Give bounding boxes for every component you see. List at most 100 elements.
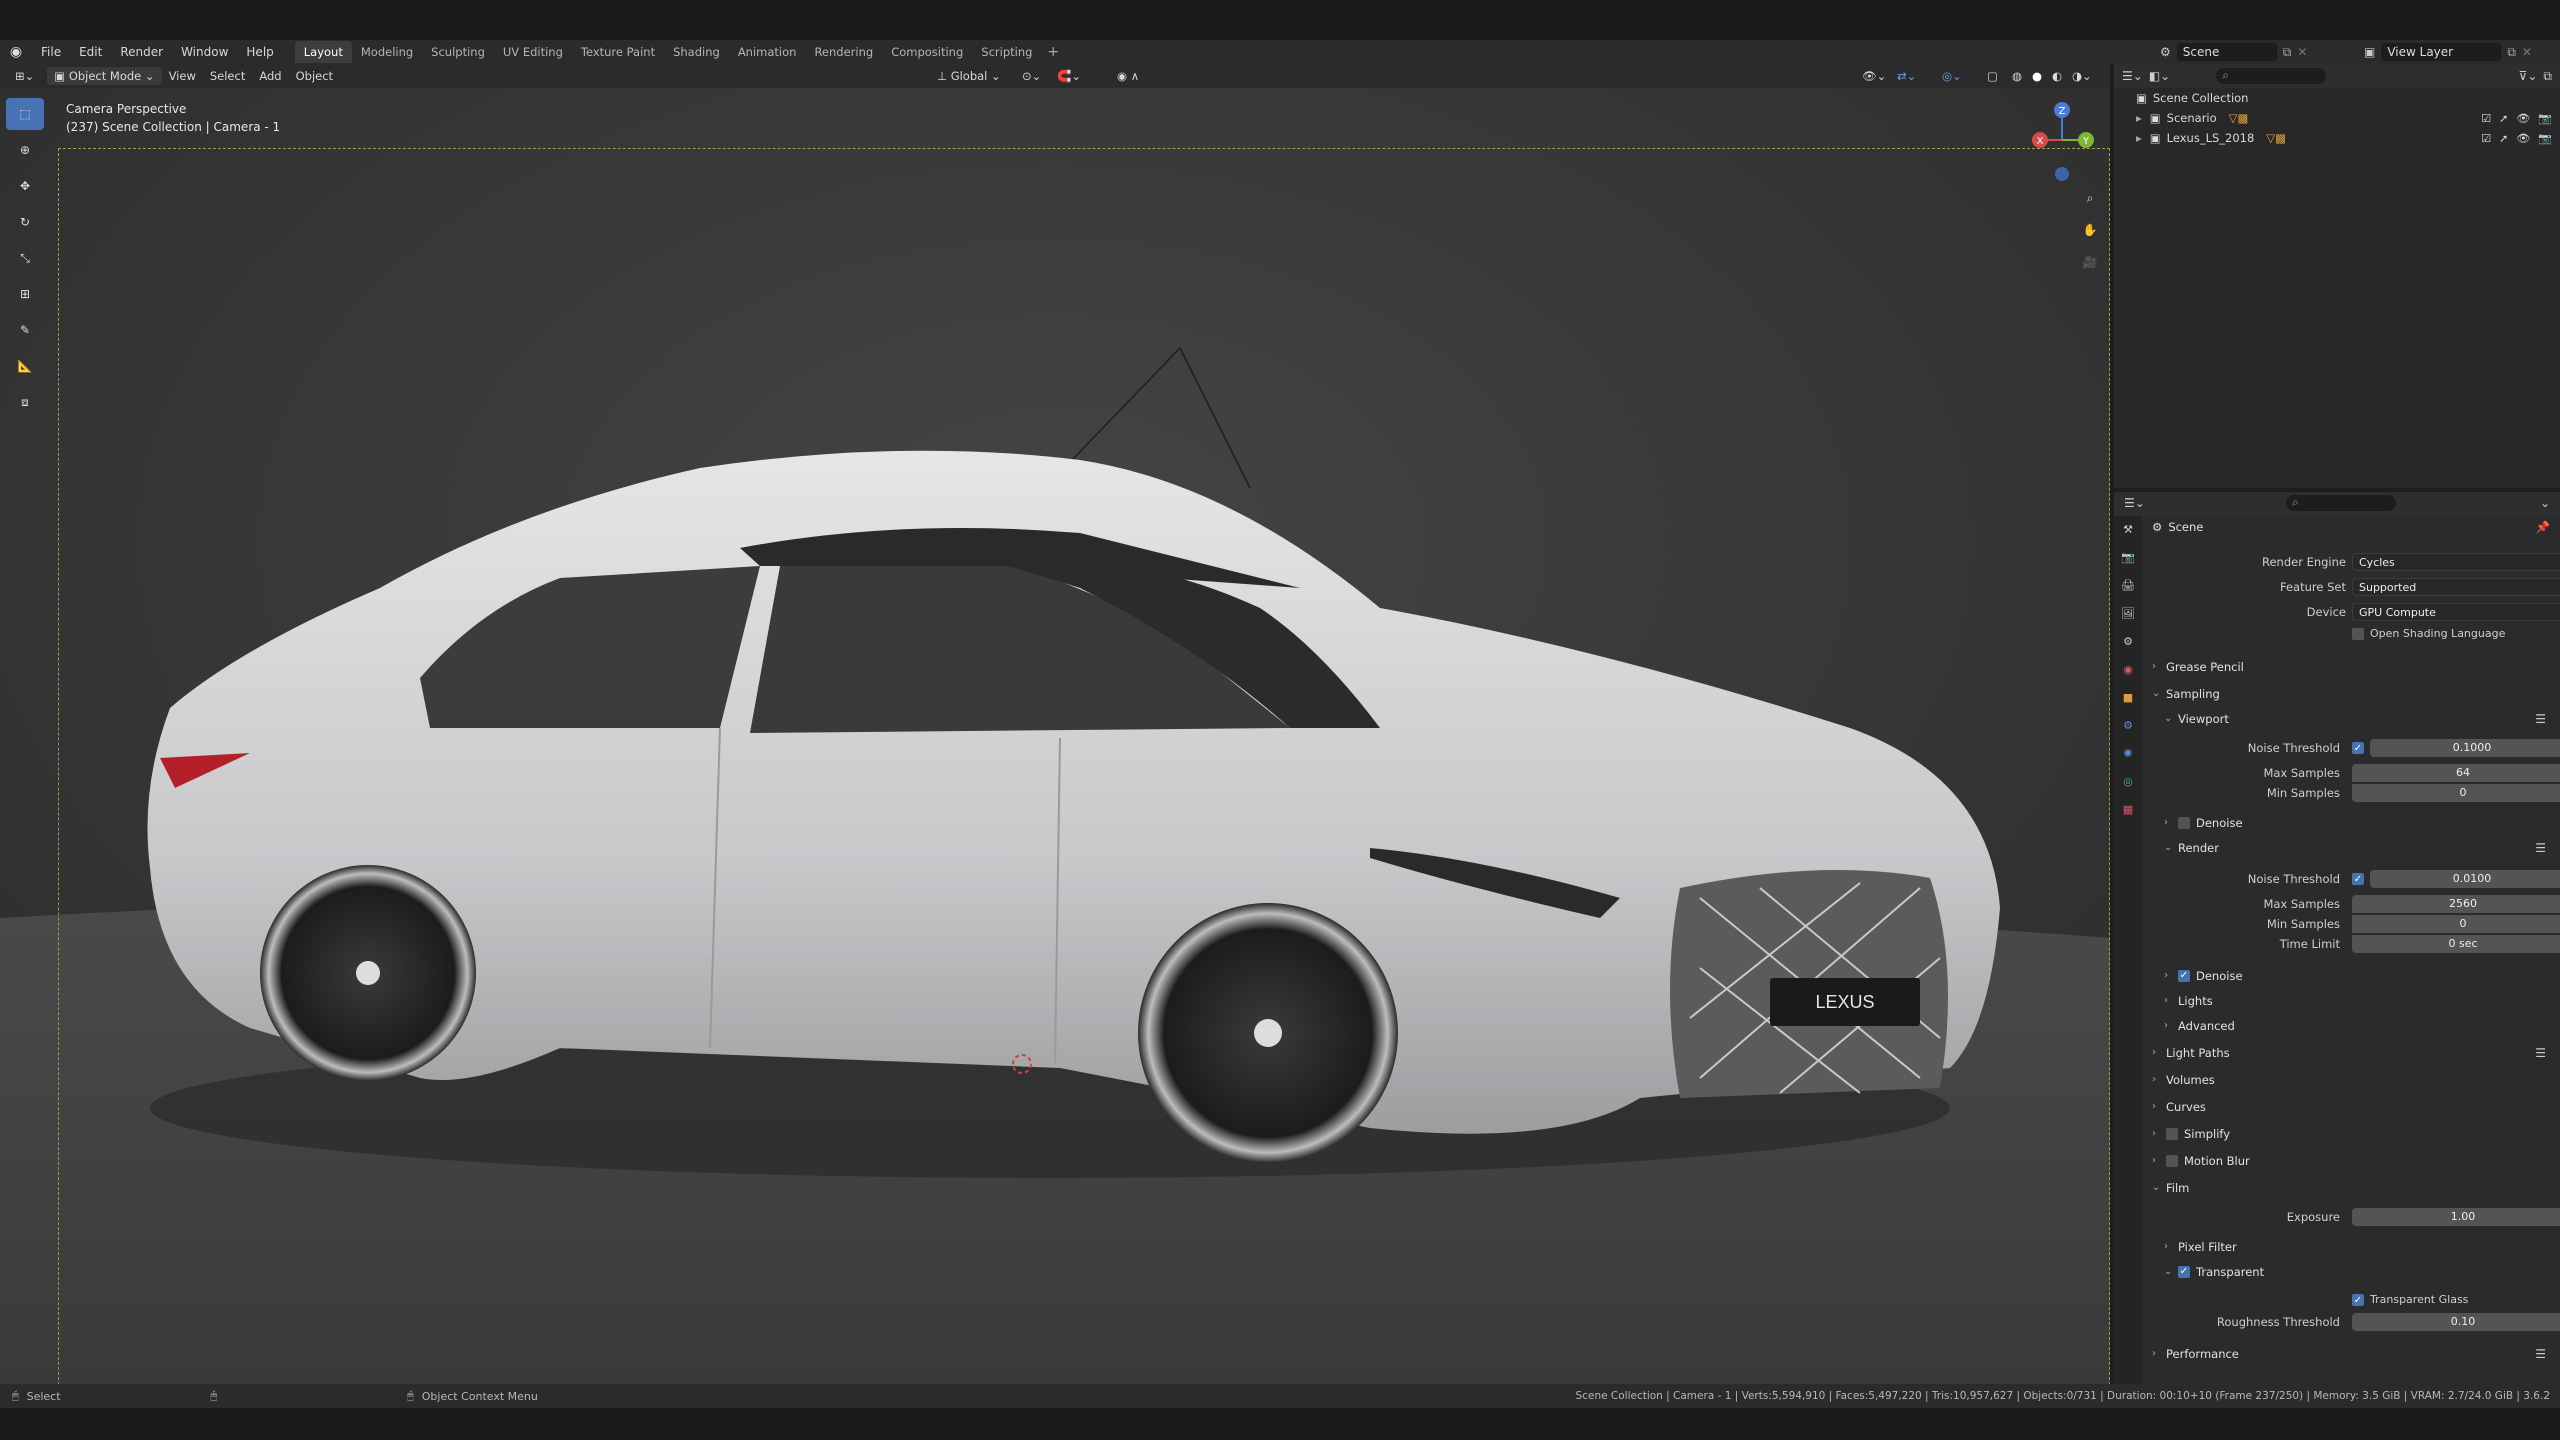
- tool-tab-icon[interactable]: ⚒: [2118, 520, 2138, 538]
- tab-uv-editing[interactable]: UV Editing: [494, 41, 572, 63]
- advanced-subsection[interactable]: › Advanced: [2142, 1015, 2560, 1037]
- curves-section[interactable]: › Curves: [2142, 1096, 2560, 1118]
- transparent-glass-checkbox[interactable]: ✓: [2352, 1294, 2364, 1306]
- visibility-icon[interactable]: 👁⌄: [1855, 67, 1893, 85]
- tab-rendering[interactable]: Rendering: [805, 41, 882, 63]
- view-layer-field[interactable]: View Layer: [2381, 43, 2502, 61]
- particles-tab-icon[interactable]: ✺: [2118, 744, 2138, 762]
- osl-checkbox[interactable]: [2352, 628, 2364, 640]
- scene-tab-icon[interactable]: ⚙: [2118, 632, 2138, 650]
- orientation-dropdown[interactable]: ⊥ Global ⌄: [930, 67, 1008, 85]
- roughness-threshold-field[interactable]: 0.10: [2352, 1313, 2560, 1331]
- scene-icon[interactable]: ⚙: [2160, 45, 2171, 59]
- visibility-eye-icon[interactable]: 👁: [2516, 112, 2530, 125]
- xray-icon[interactable]: ▢: [1980, 67, 2005, 85]
- viewport-subsection[interactable]: ⌄ Viewport ☰: [2142, 708, 2560, 730]
- physics-tab-icon[interactable]: ◎: [2118, 772, 2138, 790]
- render-tab-icon[interactable]: 📷: [2118, 548, 2138, 566]
- snap-icon[interactable]: 🧲⌄: [1050, 67, 1088, 85]
- exposure-field[interactable]: 1.00: [2352, 1208, 2560, 1226]
- render-subsection[interactable]: ⌄ Render ☰: [2142, 837, 2560, 859]
- visibility-eye-icon[interactable]: 👁: [2516, 132, 2530, 145]
- tab-animation[interactable]: Animation: [729, 41, 806, 63]
- vp-min-samples-field[interactable]: 0: [2352, 784, 2560, 802]
- new-view-layer-icon[interactable]: ⧉: [2507, 45, 2516, 60]
- object-tab-icon[interactable]: ■: [2118, 688, 2138, 706]
- pixel-filter-subsection[interactable]: › Pixel Filter: [2142, 1236, 2560, 1258]
- menu-render[interactable]: Render: [111, 40, 172, 64]
- editor-type-icon[interactable]: ⊞⌄: [8, 67, 41, 85]
- overlay-toggle-icon[interactable]: ◎⌄: [1935, 67, 1969, 85]
- outliner-filter-icon[interactable]: ⊽⌄: [2519, 69, 2538, 83]
- exclude-checkbox-icon[interactable]: ☑: [2481, 112, 2491, 125]
- device-dropdown[interactable]: GPU Compute: [2352, 603, 2560, 621]
- tab-layout[interactable]: Layout: [294, 41, 352, 63]
- delete-view-layer-icon[interactable]: ✕: [2522, 45, 2532, 59]
- pin-icon[interactable]: 📌: [2536, 516, 2550, 538]
- preset-list-icon[interactable]: ☰: [2535, 708, 2546, 730]
- motion-blur-checkbox[interactable]: [2166, 1155, 2178, 1167]
- proportional-edit-icon[interactable]: ◉ ∧: [1110, 67, 1146, 85]
- rendered-shading-icon[interactable]: ◑⌄: [2065, 67, 2099, 85]
- expand-arrow-icon[interactable]: ▸: [2136, 131, 2142, 145]
- expand-arrow-icon[interactable]: ▸: [2136, 111, 2142, 125]
- vp-max-samples-field[interactable]: 64: [2352, 764, 2560, 782]
- view-layer-tab-icon[interactable]: 🖼: [2118, 604, 2138, 622]
- mode-dropdown[interactable]: ▣ Object Mode ⌄: [47, 67, 162, 85]
- cursor-tool-icon[interactable]: ⊕: [6, 134, 44, 166]
- simplify-section[interactable]: › Simplify: [2142, 1123, 2560, 1145]
- film-section[interactable]: ⌄ Film: [2142, 1177, 2560, 1199]
- r-denoise-subsection[interactable]: › ✓ Denoise: [2142, 965, 2560, 987]
- render-camera-icon[interactable]: 📷: [2538, 112, 2552, 125]
- tab-compositing[interactable]: Compositing: [882, 41, 972, 63]
- pivot-icon[interactable]: ⊙⌄: [1015, 67, 1048, 85]
- select-box-tool-icon[interactable]: ⬚: [6, 98, 44, 130]
- feature-set-dropdown[interactable]: Supported: [2352, 578, 2560, 596]
- render-camera-icon[interactable]: 📷: [2538, 132, 2552, 145]
- 3d-viewport[interactable]: LEXUS Camera Perspective (237) Scene Col…: [0, 88, 2110, 1384]
- noise-threshold-checkbox[interactable]: ✓: [2352, 742, 2364, 754]
- performance-section[interactable]: › Performance ☰: [2142, 1343, 2560, 1365]
- scene-name-field[interactable]: Scene: [2176, 43, 2277, 61]
- selectable-arrow-icon[interactable]: ➚: [2499, 132, 2508, 145]
- render-engine-dropdown[interactable]: Cycles: [2352, 553, 2560, 571]
- gizmo-neg-z-axis[interactable]: [2055, 167, 2069, 181]
- add-menu[interactable]: Add: [252, 67, 288, 85]
- add-workspace-button[interactable]: +: [1041, 44, 1065, 60]
- vp-denoise-subsection[interactable]: › Denoise: [2142, 812, 2560, 834]
- vp-noise-threshold-field[interactable]: 0.1000: [2370, 739, 2560, 757]
- pan-hand-icon[interactable]: ✋: [2076, 216, 2104, 244]
- outliner-search-input[interactable]: ⌕: [2216, 68, 2327, 84]
- menu-edit[interactable]: Edit: [70, 40, 111, 64]
- transparent-checkbox[interactable]: ✓: [2178, 1266, 2190, 1278]
- tab-shading[interactable]: Shading: [664, 41, 729, 63]
- view-layer-icon[interactable]: ▣: [2364, 45, 2375, 59]
- properties-search-input[interactable]: ⌕: [2286, 495, 2396, 511]
- properties-options-icon[interactable]: ⌄: [2540, 496, 2550, 510]
- blender-logo-icon[interactable]: ◉: [0, 44, 32, 60]
- select-menu[interactable]: Select: [203, 67, 252, 85]
- r-noise-threshold-field[interactable]: 0.0100: [2370, 870, 2560, 888]
- add-cube-tool-icon[interactable]: ⧈: [6, 386, 44, 418]
- transform-tool-icon[interactable]: ⊞: [6, 278, 44, 310]
- scale-tool-icon[interactable]: ⤡: [6, 242, 44, 274]
- new-scene-icon[interactable]: ⧉: [2283, 45, 2292, 60]
- tab-texture-paint[interactable]: Texture Paint: [572, 41, 664, 63]
- menu-help[interactable]: Help: [237, 40, 282, 64]
- gizmo-toggle-icon[interactable]: ⇄⌄: [1890, 67, 1923, 85]
- volumes-section[interactable]: › Volumes: [2142, 1069, 2560, 1091]
- simplify-checkbox[interactable]: [2166, 1128, 2178, 1140]
- delete-scene-icon[interactable]: ✕: [2297, 45, 2307, 59]
- view-menu[interactable]: View: [162, 67, 203, 85]
- r-time-limit-field[interactable]: 0 sec: [2352, 935, 2560, 953]
- preset-list-icon[interactable]: ☰: [2535, 1343, 2546, 1365]
- transparent-subsection[interactable]: ⌄ ✓ Transparent: [2142, 1261, 2560, 1283]
- r-max-samples-field[interactable]: 2560: [2352, 895, 2560, 913]
- r-denoise-checkbox[interactable]: ✓: [2178, 970, 2190, 982]
- r-min-samples-field[interactable]: 0: [2352, 915, 2560, 933]
- tab-modeling[interactable]: Modeling: [352, 41, 422, 63]
- tab-sculpting[interactable]: Sculpting: [422, 41, 494, 63]
- world-tab-icon[interactable]: ◉: [2118, 660, 2138, 678]
- vp-denoise-checkbox[interactable]: [2178, 817, 2190, 829]
- outliner-display-mode-icon[interactable]: ◧⌄: [2149, 69, 2170, 83]
